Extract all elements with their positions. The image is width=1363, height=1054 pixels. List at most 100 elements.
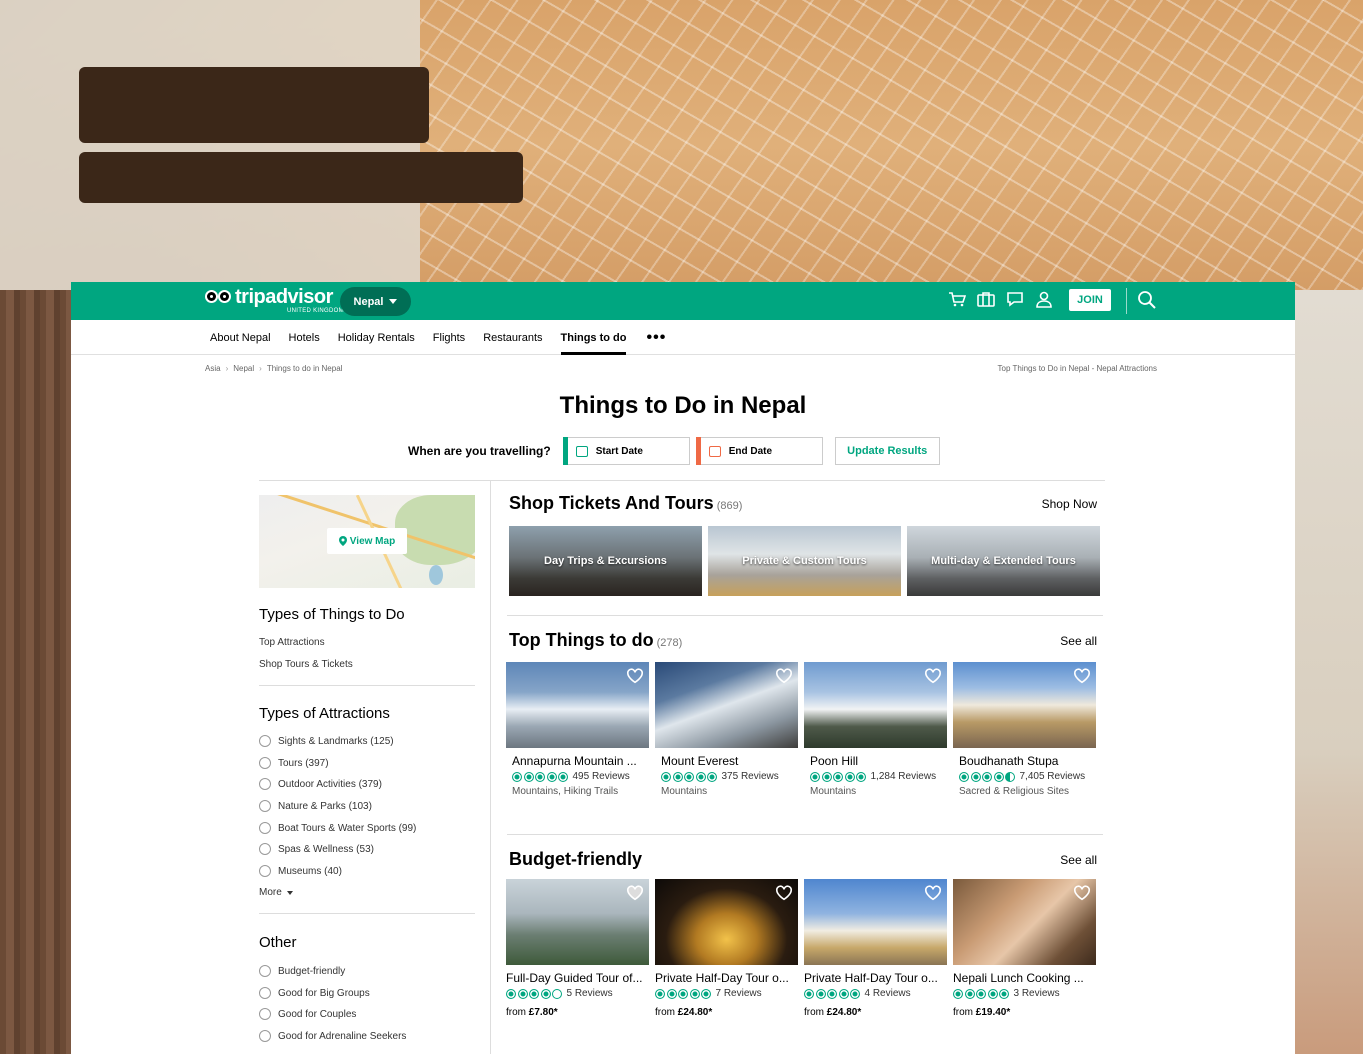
- breadcrumb-nepal[interactable]: Nepal: [233, 364, 254, 373]
- tour-card[interactable]: Full-Day Guided Tour of... 5 Reviews fro…: [506, 879, 649, 1018]
- filter-label: Tours (397): [278, 757, 329, 769]
- heart-icon[interactable]: [626, 667, 644, 685]
- tour-card[interactable]: Private Half-Day Tour o... 4 Reviews fro…: [804, 879, 947, 1018]
- tour-card[interactable]: Nepali Lunch Cooking ... 3 Reviews from …: [953, 879, 1096, 1018]
- top-count: (278): [656, 637, 683, 649]
- attraction-image: [655, 662, 798, 748]
- calendar-icon: [708, 445, 721, 457]
- breadcrumb-asia[interactable]: Asia: [205, 364, 221, 373]
- tripadvisor-logo[interactable]: tripadvisor UNITED KINGDOM: [205, 286, 344, 314]
- end-accent: [695, 437, 701, 465]
- nav-things-to-do[interactable]: Things to do: [560, 320, 626, 355]
- end-date-field[interactable]: End Date: [695, 437, 823, 465]
- user-icon[interactable]: [1035, 290, 1053, 308]
- attraction-category: Mountains: [661, 786, 708, 797]
- top-bar: tripadvisor UNITED KINGDOM Nepal JOIN: [71, 282, 1295, 320]
- cart-icon[interactable]: [948, 290, 966, 308]
- heart-icon[interactable]: [1073, 884, 1091, 902]
- filter-couples[interactable]: Good for Couples: [259, 1008, 356, 1020]
- filter-budget-friendly[interactable]: Budget-friendly: [259, 965, 345, 977]
- mini-map[interactable]: View Map: [259, 495, 475, 588]
- nav-flights[interactable]: Flights: [433, 320, 465, 355]
- tile-private-custom[interactable]: Private & Custom Tours: [708, 526, 901, 596]
- nav-about-nepal[interactable]: About Nepal: [210, 320, 271, 355]
- more-filters-button[interactable]: More: [259, 887, 293, 898]
- heart-icon[interactable]: [924, 667, 942, 685]
- start-date-field[interactable]: Start Date: [562, 437, 690, 465]
- filter-label: Budget-friendly: [278, 965, 346, 977]
- heart-icon[interactable]: [1073, 667, 1091, 685]
- attraction-card[interactable]: Mount Everest 375 Reviews Mountains: [655, 662, 798, 797]
- update-results-button[interactable]: Update Results: [834, 437, 940, 465]
- geo-selector[interactable]: Nepal: [340, 287, 411, 316]
- caret-down-icon: [286, 890, 293, 895]
- search-icon[interactable]: [1137, 290, 1157, 315]
- heart-icon[interactable]: [775, 884, 793, 902]
- tour-card[interactable]: Private Half-Day Tour o... 7 Reviews fro…: [655, 879, 798, 1018]
- chat-icon[interactable]: [1006, 290, 1024, 308]
- top-icons: [948, 290, 1053, 308]
- top-see-all-link[interactable]: See all: [1060, 634, 1097, 648]
- radio-icon: [259, 987, 271, 999]
- hero-title-block: [79, 67, 429, 143]
- attraction-category: Mountains: [810, 786, 857, 797]
- nav-hotels[interactable]: Hotels: [289, 320, 320, 355]
- filter-museums[interactable]: Museums (40): [259, 865, 342, 877]
- attraction-card[interactable]: Poon Hill 1,284 Reviews Mountains: [804, 662, 947, 797]
- filter-sights-landmarks[interactable]: Sights & Landmarks (125): [259, 735, 394, 747]
- filter-nature-parks[interactable]: Nature & Parks (103): [259, 800, 372, 812]
- more-label: More: [259, 887, 282, 898]
- heart-icon[interactable]: [775, 667, 793, 685]
- tile-multi-day[interactable]: Multi-day & Extended Tours: [907, 526, 1100, 596]
- suitcase-icon[interactable]: [977, 290, 995, 308]
- filter-boat-tours[interactable]: Boat Tours & Water Sports (99): [259, 822, 416, 834]
- filter-label: Good for Big Groups: [278, 987, 370, 999]
- link-top-attractions[interactable]: Top Attractions: [259, 637, 325, 648]
- tile-day-trips[interactable]: Day Trips & Excursions: [509, 526, 702, 596]
- topbar-divider: [1126, 288, 1127, 314]
- attraction-image: [804, 662, 947, 748]
- shop-now-link[interactable]: Shop Now: [1042, 497, 1097, 511]
- radio-icon: [259, 965, 271, 977]
- sidebar-divider: [490, 480, 491, 1054]
- view-map-button[interactable]: View Map: [327, 528, 407, 554]
- link-shop-tours[interactable]: Shop Tours & Tickets: [259, 659, 353, 670]
- types-title: Types of Things to Do: [259, 606, 405, 623]
- review-count[interactable]: 7,405 Reviews: [1020, 771, 1086, 782]
- review-count[interactable]: 5 Reviews: [567, 988, 613, 999]
- attraction-card[interactable]: Annapurna Mountain ... 495 Reviews Mount…: [506, 662, 649, 797]
- review-count[interactable]: 1,284 Reviews: [871, 771, 937, 782]
- review-count[interactable]: 375 Reviews: [722, 771, 779, 782]
- attraction-image: [953, 662, 1096, 748]
- dates-question: When are you travelling?: [408, 444, 551, 458]
- radio-icon: [259, 778, 271, 790]
- attraction-card[interactable]: Boudhanath Stupa 7,405 Reviews Sacred & …: [953, 662, 1096, 797]
- nav-holiday-rentals[interactable]: Holiday Rentals: [338, 320, 415, 355]
- filter-big-groups[interactable]: Good for Big Groups: [259, 987, 370, 999]
- tile-label: Day Trips & Excursions: [544, 555, 667, 567]
- rating-bubbles: 495 Reviews: [506, 771, 649, 782]
- nav-restaurants[interactable]: Restaurants: [483, 320, 542, 355]
- filter-adrenaline[interactable]: Good for Adrenaline Seekers: [259, 1030, 406, 1042]
- review-count[interactable]: 4 Reviews: [865, 988, 911, 999]
- join-button[interactable]: JOIN: [1069, 289, 1111, 311]
- tour-name: Private Half-Day Tour o...: [655, 971, 789, 985]
- more-dots-icon[interactable]: •••: [646, 329, 666, 347]
- heart-icon[interactable]: [924, 884, 942, 902]
- map-pin-icon: [338, 536, 347, 546]
- filter-outdoor[interactable]: Outdoor Activities (379): [259, 778, 382, 790]
- other-title: Other: [259, 934, 297, 951]
- review-count[interactable]: 3 Reviews: [1014, 988, 1060, 999]
- tour-image: [953, 879, 1096, 965]
- logo-word: tripadvisor: [235, 286, 333, 308]
- divider: [507, 834, 1103, 835]
- background-paper: [0, 0, 440, 290]
- filter-spas[interactable]: Spas & Wellness (53): [259, 843, 374, 855]
- heart-icon[interactable]: [626, 884, 644, 902]
- review-count[interactable]: 495 Reviews: [573, 771, 630, 782]
- secondary-nav: About Nepal Hotels Holiday Rentals Fligh…: [71, 320, 1295, 355]
- review-count[interactable]: 7 Reviews: [716, 988, 762, 999]
- filter-tours[interactable]: Tours (397): [259, 757, 329, 769]
- date-picker-row: When are you travelling? Start Date End …: [408, 437, 940, 465]
- budget-see-all-link[interactable]: See all: [1060, 853, 1097, 867]
